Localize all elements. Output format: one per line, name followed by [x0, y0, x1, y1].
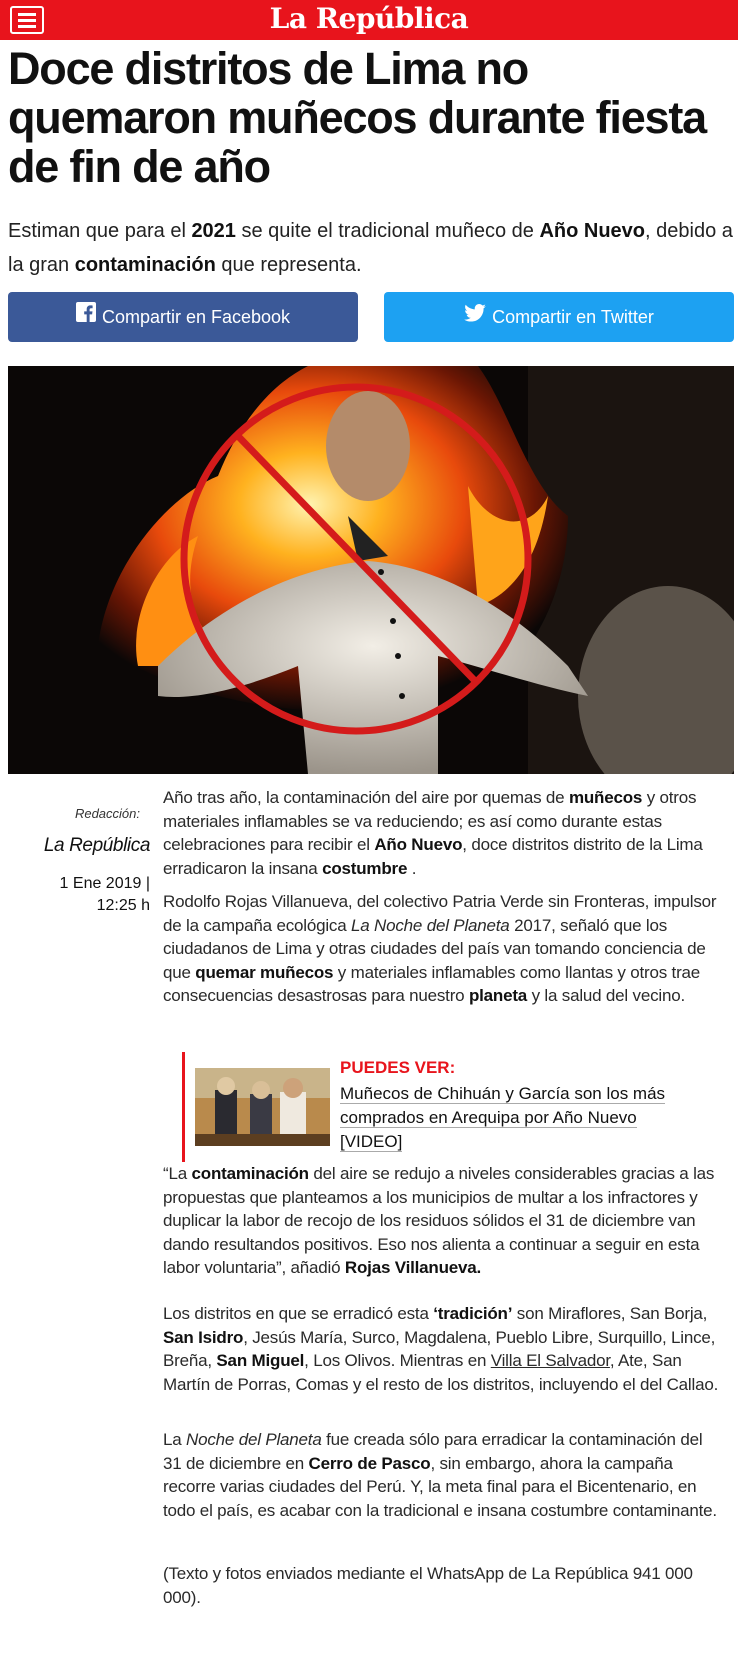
article-subtitle: Estiman que para el 2021 se quite el tra…	[8, 220, 733, 276]
burning-effigy-illustration	[8, 366, 734, 774]
paragraph-1: Año tras año, la contaminación del aire …	[163, 788, 703, 878]
twitter-icon	[464, 291, 486, 341]
paragraph-5: La Noche del Planeta fue creada sólo par…	[163, 1430, 717, 1520]
paragraph-2: Rodolfo Rojas Villanueva, del colectivo …	[163, 892, 717, 1005]
article-title: Doce distritos de Lima no quemaron muñec…	[8, 43, 707, 192]
related-article-link[interactable]: Muñecos de Chihuán y García son los más …	[340, 1082, 700, 1154]
byline-author[interactable]: La República	[20, 835, 151, 857]
top-bar: La República	[0, 0, 738, 40]
related-article-thumbnail[interactable]	[195, 1068, 330, 1146]
share-facebook-button[interactable]: Compartir en Facebook	[8, 292, 358, 342]
related-kicker: PUEDES VER:	[340, 1058, 456, 1077]
byline-date: 1 Ene 2019 |	[59, 875, 150, 892]
share-facebook-label: Compartir en Facebook	[101, 307, 291, 327]
paragraph-4: Los distritos en que se erradicó esta ‘t…	[163, 1304, 719, 1394]
paragraph-6: (Texto y fotos enviados mediante el What…	[163, 1564, 693, 1607]
villa-el-salvador-link[interactable]: Villa El Salvador	[491, 1351, 610, 1370]
facebook-icon	[75, 291, 96, 341]
paragraph-3: “La contaminación del aire se redujo a n…	[163, 1164, 715, 1277]
byline-role: Redacción:	[74, 806, 140, 821]
byline: Redacción: La República 1 Ene 2019 | 12:…	[20, 806, 151, 917]
share-twitter-label: Compartir en Twitter	[492, 307, 654, 327]
site-logo[interactable]: La República	[0, 2, 738, 35]
hero-image	[8, 366, 734, 774]
share-twitter-button[interactable]: Compartir en Twitter	[384, 292, 734, 342]
related-article-card[interactable]: PUEDES VER: Muñecos de Chihuán y García …	[182, 1052, 705, 1162]
byline-time: 12:25 h	[96, 897, 150, 914]
